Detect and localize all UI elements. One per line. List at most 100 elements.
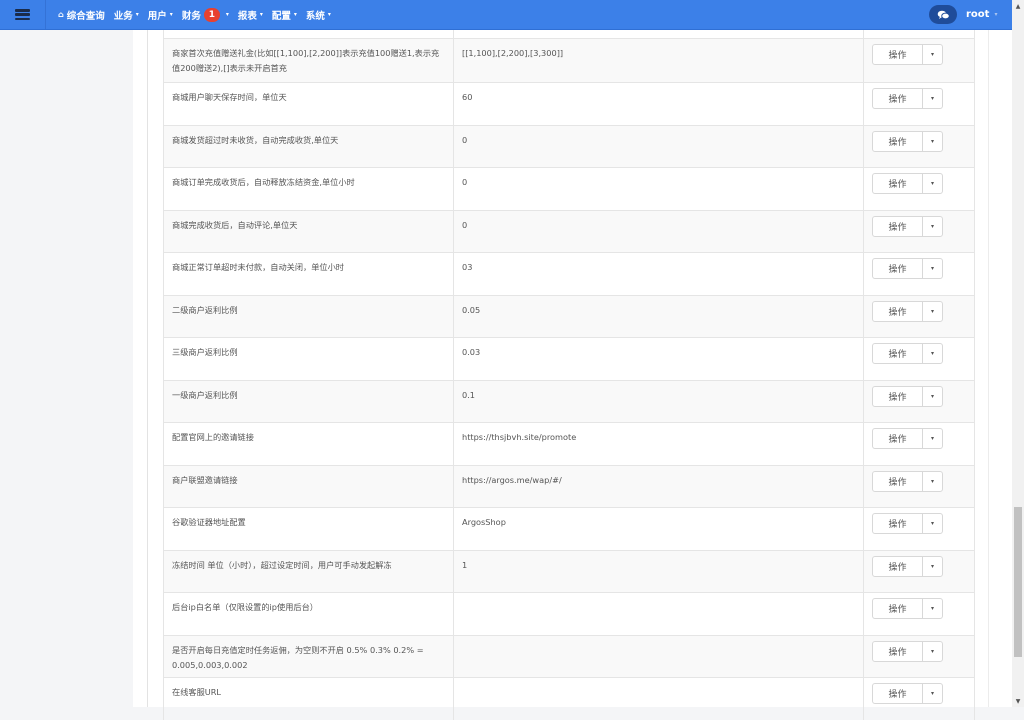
setting-value: ArgosShop [454,508,864,550]
action-dropdown-toggle[interactable]: ▾ [923,45,942,64]
scroll-up-arrow-icon[interactable]: ▲ [1012,0,1024,12]
action-dropdown-toggle[interactable]: ▾ [923,387,942,406]
action-dropdown-toggle[interactable]: ▾ [923,599,942,618]
setting-name: 后台ip白名单（仅限设置的ip使用后台） [164,593,454,635]
table-row: 商户联盟邀请链接 https://argos.me/wap/#/ 操作 ▾ [164,464,974,508]
chat-bubbles-icon [937,10,950,19]
vertical-scrollbar[interactable]: ▲ ▼ [1012,0,1024,707]
setting-name: 配置官网上的邀请链接 [164,423,454,465]
action-dropdown-toggle[interactable]: ▾ [923,217,942,236]
chevron-down-icon: ▾ [930,392,934,400]
actions-cell: 操作 ▾ [864,678,974,720]
actions-cell: 操作 ▾ [864,423,974,465]
setting-value: https://thsjbvh.site/promote [454,423,864,465]
scroll-thumb[interactable] [1014,507,1022,657]
action-button-group: 操作 ▾ [872,258,943,279]
table-row: 商家首次充值赠送礼金(比如[[1,100],[2,200]]表示充值100赠送1… [164,38,974,82]
table-row: 后台ip白名单（仅限设置的ip使用后台） 操作 ▾ [164,592,974,635]
setting-value [454,678,864,720]
action-button-group: 操作 ▾ [872,130,943,152]
chevron-down-icon: ▾ [930,51,934,58]
action-button-group: 操作 ▾ [872,598,943,619]
setting-value: 0.05 [454,295,864,337]
chevron-down-icon: ▾ [327,11,331,18]
action-dropdown-toggle[interactable]: ▾ [923,302,942,321]
action-button[interactable]: 操作 [873,259,923,278]
actions-cell: 操作 ▾ [864,381,974,423]
nav-item-3[interactable]: 财务 1 ▾ [182,7,229,22]
action-dropdown-toggle[interactable]: ▾ [923,684,942,703]
table-row-partial [164,30,974,38]
actions-cell: 操作 ▾ [864,636,974,678]
nav-item-label: 综合查询 [66,10,105,22]
action-button[interactable]: 操作 [873,45,923,64]
action-dropdown-toggle[interactable]: ▾ [923,174,942,193]
table-row: 商城用户聊天保存时间，单位天 60 操作 ▾ [164,82,974,125]
action-button[interactable]: 操作 [873,471,923,491]
action-dropdown-toggle[interactable]: ▾ [923,344,942,363]
action-button[interactable]: 操作 [873,386,923,406]
setting-name: 谷歌验证器地址配置 [164,508,454,550]
action-button-group: 操作 ▾ [872,513,943,534]
action-button[interactable]: 操作 [873,89,923,108]
action-button-group: 操作 ▾ [872,88,943,109]
nav-item-6[interactable]: 系统 ▾ [306,8,331,22]
setting-value: 0 [454,168,864,210]
setting-value: 0 [454,210,864,252]
setting-value: https://argos.me/wap/#/ [454,465,864,507]
action-dropdown-toggle[interactable]: ▾ [923,642,942,661]
setting-value: 0.03 [454,338,864,380]
actions-cell: 操作 ▾ [864,253,974,295]
action-dropdown-toggle[interactable]: ▾ [923,259,942,278]
action-dropdown-toggle[interactable]: ▾ [923,557,942,576]
nav-item-1[interactable]: 业务 ▾ [114,8,139,22]
setting-name: 一级商户返利比例 [164,380,454,422]
scroll-down-arrow-icon[interactable]: ▼ [1012,695,1024,707]
action-button[interactable]: 操作 [873,301,923,321]
table-row: 二级商户返利比例 0.05 操作 ▾ [164,294,974,337]
action-button-group: 操作 ▾ [872,555,943,577]
table-row: 谷歌验证器地址配置 ArgosShop 操作 ▾ [164,507,974,550]
table-row: 在线客服URL 操作 ▾ [164,677,974,720]
table-row: 三级商户返利比例 0.03 操作 ▾ [164,337,974,380]
setting-value: 0.1 [454,380,864,422]
chevron-down-icon: ▾ [225,11,229,18]
actions-cell: 操作 ▾ [864,83,974,125]
nav-item-5[interactable]: 配置 ▾ [272,8,297,22]
user-menu[interactable]: root ▾ [966,0,997,29]
chevron-down-icon: ▾ [930,350,934,357]
action-button-group: 操作 ▾ [872,343,943,364]
action-dropdown-toggle[interactable]: ▾ [923,89,942,108]
action-button[interactable]: 操作 [873,599,923,618]
setting-name: 三级商户返利比例 [164,338,454,380]
chevron-down-icon: ▾ [930,307,934,315]
action-button[interactable]: 操作 [873,174,923,193]
setting-value [454,593,864,635]
chevron-down-icon: ▾ [293,11,297,18]
table-row: 商城正常订单超时未付款，自动关闭，单位小时 03 操作 ▾ [164,252,974,295]
action-dropdown-toggle[interactable]: ▾ [923,132,942,151]
actions-cell: 操作 ▾ [864,168,974,210]
action-button[interactable]: 操作 [873,429,923,448]
action-dropdown-toggle[interactable]: ▾ [923,514,942,533]
menu-toggle-button[interactable] [0,0,46,29]
actions-cell: 操作 ▾ [864,466,974,508]
action-button[interactable]: 操作 [873,556,923,576]
action-button[interactable]: 操作 [873,131,923,151]
notification-badge: 1 [203,7,220,22]
setting-name: 在线客服URL [164,678,454,720]
nav-item-4[interactable]: 报表 ▾ [238,8,263,22]
setting-name: 商城订单完成收货后，自动释放冻结资金,单位小时 [164,168,454,210]
chat-button[interactable] [929,5,957,24]
action-button-group: 操作 ▾ [872,173,943,194]
action-button[interactable]: 操作 [873,684,923,703]
nav-item-0[interactable]: ⌂ 综合查询 [58,8,105,22]
action-button[interactable]: 操作 [873,514,923,533]
action-dropdown-toggle[interactable]: ▾ [923,472,942,491]
action-dropdown-toggle[interactable]: ▾ [923,429,942,448]
action-button[interactable]: 操作 [873,216,923,236]
action-button[interactable]: 操作 [873,641,923,661]
action-button[interactable]: 操作 [873,344,923,363]
nav-item-2[interactable]: 用户 ▾ [148,8,173,22]
action-button-group: 操作 ▾ [872,470,943,492]
